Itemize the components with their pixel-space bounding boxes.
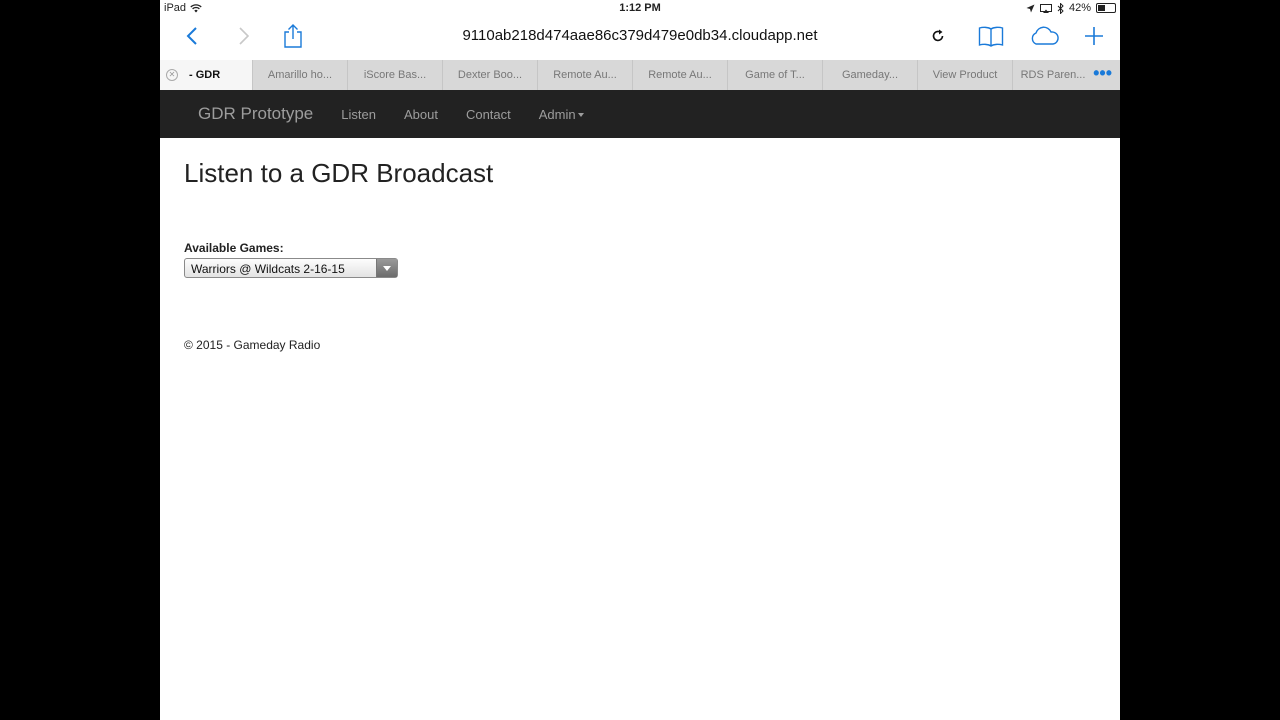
navbar-brand[interactable]: GDR Prototype bbox=[198, 104, 313, 124]
screen-mirror-icon bbox=[1039, 3, 1052, 13]
icloud-tabs-button[interactable] bbox=[1026, 18, 1062, 54]
share-icon bbox=[284, 24, 302, 48]
book-icon bbox=[978, 26, 1004, 47]
nav-link-admin-label: Admin bbox=[538, 106, 576, 122]
tab-label: Remote Au... bbox=[648, 69, 712, 81]
location-arrow-icon bbox=[1026, 4, 1035, 12]
more-tabs-icon: ••• bbox=[1093, 63, 1112, 83]
browser-toolbar: 9110ab218d474aae86c379d479e0db34.cloudap… bbox=[160, 18, 1120, 58]
url-text: 9110ab218d474aae86c379d479e0db34.cloudap… bbox=[462, 27, 818, 44]
status-bar: iPad 1:12 PM 42% bbox=[160, 0, 1120, 18]
tab-label: RDS Paren... bbox=[1020, 69, 1086, 81]
bookmarks-button[interactable] bbox=[976, 18, 1006, 54]
battery-percent: 42% bbox=[1068, 2, 1091, 14]
tab-label: Amarillo ho... bbox=[267, 69, 333, 81]
nav-dropdown-admin[interactable]: Admin bbox=[539, 107, 584, 122]
available-games-label: Available Games: bbox=[184, 241, 284, 255]
reload-button[interactable] bbox=[926, 18, 950, 54]
games-select[interactable]: Warriors @ Wildcats 2-16-15 bbox=[184, 258, 398, 278]
caret-down-icon bbox=[577, 113, 584, 118]
tab-label: View Product bbox=[932, 69, 998, 81]
footer-copyright: © 2015 - Gameday Radio bbox=[184, 338, 321, 352]
page-title: Listen to a GDR Broadcast bbox=[184, 158, 494, 188]
tab-label: Dexter Boo... bbox=[457, 69, 523, 81]
battery-icon bbox=[1096, 3, 1116, 13]
forward-button[interactable] bbox=[230, 18, 258, 54]
new-tab-button[interactable] bbox=[1082, 18, 1106, 54]
tab-label: Game of T... bbox=[745, 69, 805, 81]
chevron-right-icon bbox=[239, 27, 250, 45]
games-select-value: Warriors @ Wildcats 2-16-15 bbox=[191, 262, 345, 276]
status-time: 1:12 PM bbox=[619, 2, 661, 14]
tab[interactable]: Game of T... bbox=[727, 60, 822, 90]
close-tab-icon[interactable]: ✕ bbox=[166, 69, 178, 81]
tab-label: Remote Au... bbox=[553, 69, 617, 81]
more-tabs-button[interactable]: ••• bbox=[1093, 60, 1120, 90]
site-navbar: GDR Prototype Listen About Contact Admin bbox=[160, 90, 1120, 138]
bluetooth-icon bbox=[1057, 2, 1064, 14]
tab[interactable]: Remote Au... bbox=[537, 60, 632, 90]
back-button[interactable] bbox=[178, 18, 206, 54]
tab[interactable]: Dexter Boo... bbox=[442, 60, 537, 90]
ipad-screen: iPad 1:12 PM 42% 9110ab218d474aae86c379d… bbox=[160, 0, 1120, 720]
main-content: Listen to a GDR Broadcast Available Game… bbox=[184, 138, 1096, 352]
plus-icon bbox=[1085, 27, 1103, 45]
nav-link-about[interactable]: About bbox=[404, 107, 438, 122]
url-bar[interactable]: 9110ab218d474aae86c379d479e0db34.cloudap… bbox=[328, 24, 952, 48]
tab-active[interactable]: ✕ - GDR bbox=[160, 60, 252, 90]
tab[interactable]: iScore Bas... bbox=[347, 60, 442, 90]
tab[interactable]: View Product bbox=[917, 60, 1012, 90]
cloud-icon bbox=[1031, 26, 1059, 45]
dropdown-arrow-icon bbox=[376, 259, 397, 277]
nav-link-contact[interactable]: Contact bbox=[466, 107, 511, 122]
reload-icon bbox=[932, 29, 944, 42]
share-button[interactable] bbox=[280, 18, 306, 54]
tab-label: iScore Bas... bbox=[363, 69, 427, 81]
nav-link-listen[interactable]: Listen bbox=[341, 107, 376, 122]
tab-label: - GDR bbox=[189, 69, 221, 81]
chevron-left-icon bbox=[186, 27, 197, 45]
tab[interactable]: Amarillo ho... bbox=[252, 60, 347, 90]
tab[interactable]: Gameday... bbox=[822, 60, 917, 90]
tab-label: Gameday... bbox=[841, 69, 899, 81]
tab[interactable]: RDS Paren... bbox=[1012, 60, 1093, 90]
battery-level bbox=[1098, 5, 1105, 11]
tab-bar: ✕ - GDR Amarillo ho... iScore Bas... Dex… bbox=[160, 60, 1120, 90]
tab[interactable]: Remote Au... bbox=[632, 60, 727, 90]
